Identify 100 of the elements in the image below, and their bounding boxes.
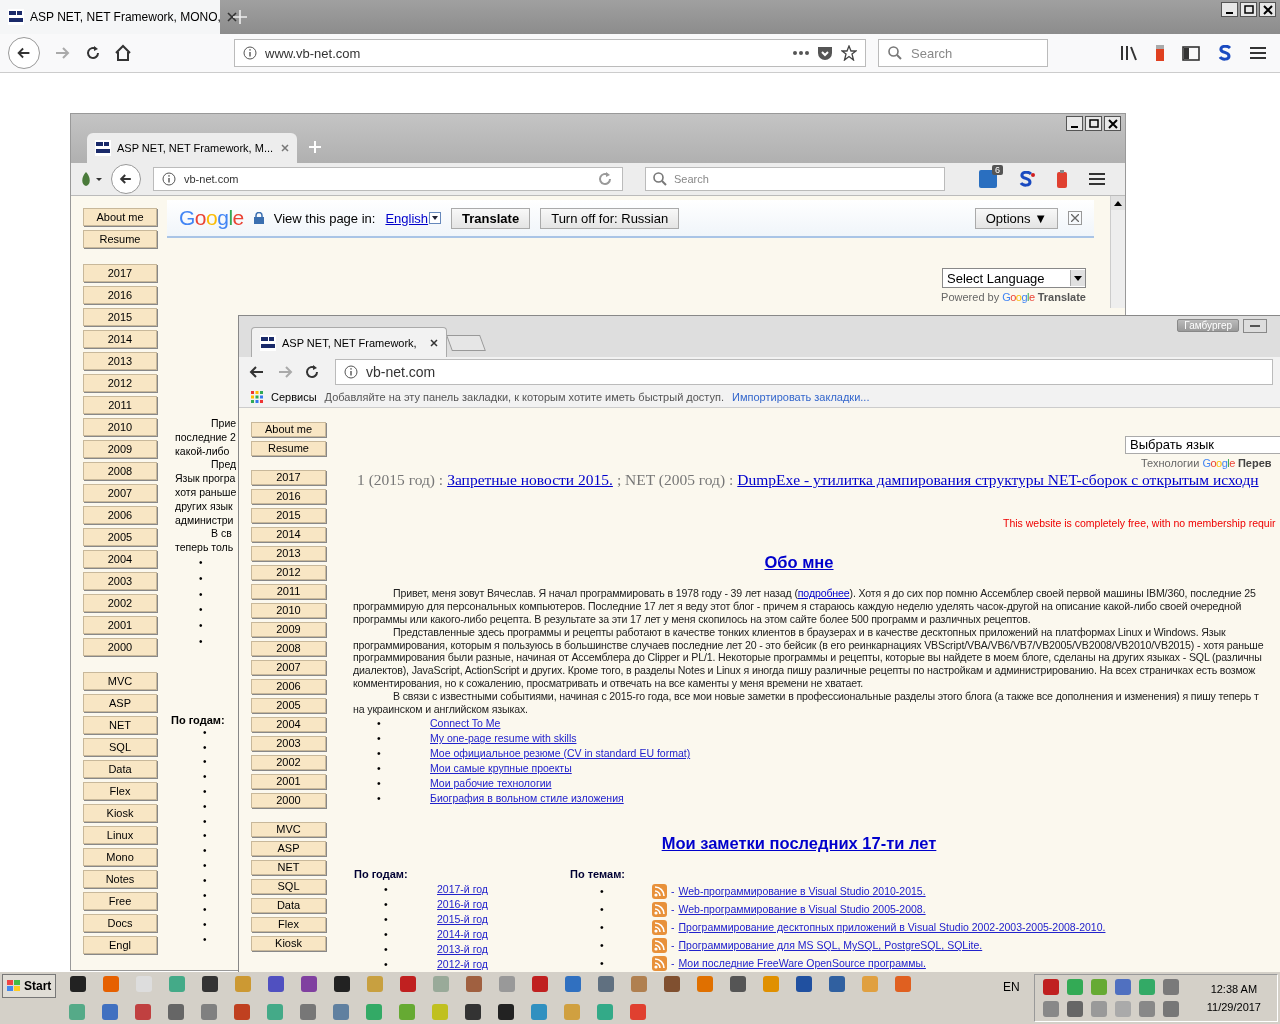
tray-icon[interactable]: [1162, 979, 1179, 995]
address-bar[interactable]: www.vb-net.com: [234, 39, 866, 67]
tray-icon[interactable]: [1090, 979, 1107, 995]
topic-button[interactable]: NET: [251, 859, 326, 875]
tray-icon[interactable]: [1138, 1001, 1155, 1017]
year-button[interactable]: 2001: [83, 616, 157, 634]
year-button[interactable]: 2009: [251, 621, 326, 637]
topic-button[interactable]: Kiosk: [83, 804, 157, 822]
browser-tab[interactable]: ASP NET, NET Framework, M...: [87, 133, 297, 163]
topic-button[interactable]: NET: [83, 716, 157, 734]
nav-button[interactable]: Resume: [83, 230, 157, 248]
year-button[interactable]: 2017: [251, 469, 326, 485]
apps-grid-icon[interactable]: [251, 390, 263, 403]
topic-button[interactable]: MVC: [83, 672, 157, 690]
translate-button[interactable]: Translate: [451, 207, 531, 229]
news-link[interactable]: DumpExe - утилитка дампирования структуры NET-сборок с открытым исходн: [737, 470, 1259, 489]
library-icon[interactable]: [1120, 45, 1138, 61]
start-button[interactable]: Start: [2, 974, 57, 998]
year-button[interactable]: 2003: [83, 572, 157, 590]
year-button[interactable]: 2009: [83, 440, 157, 458]
tray-icon[interactable]: [1138, 979, 1155, 995]
close-icon[interactable]: [226, 12, 237, 22]
profile-link[interactable]: Мои рабочие технологии: [430, 776, 552, 791]
year-button[interactable]: 2013: [251, 545, 326, 561]
year-button[interactable]: 2005: [251, 697, 326, 713]
year-button[interactable]: 2011: [83, 396, 157, 414]
maximize-button[interactable]: [1240, 2, 1257, 17]
pocket-icon[interactable]: [817, 45, 833, 61]
year-button[interactable]: 2003: [251, 735, 326, 751]
topic-button[interactable]: ASP: [83, 694, 157, 712]
year-button[interactable]: 2001: [251, 773, 326, 789]
new-tab-button[interactable]: [446, 335, 486, 352]
topic-button[interactable]: Kiosk: [251, 935, 326, 951]
year-button[interactable]: 2015: [83, 308, 157, 326]
topic-link[interactable]: Мои последние FreeWare OpenSource программы.: [678, 954, 926, 972]
year-link[interactable]: 2017-й год: [437, 882, 488, 897]
scroll-up-arrow-icon[interactable]: [1114, 200, 1122, 206]
topic-button[interactable]: SQL: [83, 738, 157, 756]
topic-button[interactable]: Mono: [83, 848, 157, 866]
year-button[interactable]: 2014: [251, 526, 326, 542]
topic-button[interactable]: Flex: [83, 782, 157, 800]
tray-icon[interactable]: [1114, 979, 1131, 995]
minimize-button[interactable]: [1221, 2, 1238, 17]
nav-button[interactable]: About me: [83, 208, 157, 226]
star-icon[interactable]: [841, 45, 857, 61]
import-bookmarks-link[interactable]: Импортировать закладки...: [732, 390, 870, 403]
year-button[interactable]: 2004: [251, 716, 326, 732]
close-button[interactable]: [1259, 2, 1276, 17]
close-button[interactable]: [1104, 116, 1121, 131]
topic-button[interactable]: Data: [251, 897, 326, 913]
rss-icon[interactable]: [652, 919, 667, 935]
more-icon[interactable]: [793, 51, 809, 55]
topic-button[interactable]: MVC: [251, 821, 326, 837]
maximize-button[interactable]: [1085, 116, 1102, 131]
rss-icon[interactable]: [652, 937, 667, 953]
tray-icon[interactable]: [1066, 979, 1083, 995]
turn-off-button[interactable]: Turn off for: Russian: [540, 207, 680, 229]
year-button[interactable]: 2002: [83, 594, 157, 612]
topic-link[interactable]: Программирование для MS SQL, MySQL, PostgreSQL, SQLite.: [678, 936, 983, 954]
language-select[interactable]: Выбрать язык: [1125, 435, 1280, 454]
options-button[interactable]: Options ▼: [974, 207, 1058, 229]
year-button[interactable]: 2000: [83, 638, 157, 656]
tray-icon[interactable]: [1042, 979, 1059, 995]
year-button[interactable]: 2008: [251, 640, 326, 656]
scrollbar[interactable]: [1110, 196, 1125, 308]
topic-button[interactable]: Engl: [83, 936, 157, 954]
info-icon[interactable]: [162, 172, 176, 186]
nav-button[interactable]: About me: [251, 421, 326, 437]
year-link[interactable]: 2012-й год: [437, 957, 488, 972]
year-button[interactable]: 2006: [251, 678, 326, 694]
section-heading-link[interactable]: Мои заметки последних 17-ти лет: [661, 834, 937, 853]
apps-link[interactable]: Сервисы: [271, 390, 317, 403]
tray-icon[interactable]: [1090, 1001, 1107, 1017]
section-heading-link[interactable]: Обо мне: [764, 552, 834, 572]
tray-icon[interactable]: [1066, 1001, 1083, 1017]
rss-icon[interactable]: [652, 883, 667, 899]
year-button[interactable]: 2015: [251, 507, 326, 523]
year-button[interactable]: 2008: [83, 462, 157, 480]
topic-button[interactable]: SQL: [251, 878, 326, 894]
topic-link[interactable]: Программирование десктопных приложений в Visual Studio 2002-2003-2005-2008-2010.: [678, 918, 1106, 936]
year-button[interactable]: 2010: [83, 418, 157, 436]
year-link[interactable]: 2013-й год: [437, 942, 488, 957]
minimize-button[interactable]: [1066, 116, 1083, 131]
language-select[interactable]: Select Language: [942, 268, 1086, 288]
profile-link[interactable]: My one-page resume with skills: [430, 731, 577, 746]
nav-button[interactable]: Resume: [251, 440, 326, 456]
taskbar-app-icon[interactable]: [495, 1002, 517, 1022]
search-field[interactable]: Search: [645, 167, 945, 191]
year-button[interactable]: 2012: [251, 564, 326, 580]
profile-link[interactable]: Connect To Me: [430, 716, 501, 731]
search-field[interactable]: Search: [878, 39, 1048, 67]
topic-button[interactable]: Free: [83, 892, 157, 910]
home-icon[interactable]: [114, 44, 132, 62]
topic-button[interactable]: Data: [83, 760, 157, 778]
year-link[interactable]: 2016-й год: [437, 897, 488, 912]
year-button[interactable]: 2007: [83, 484, 157, 502]
year-button[interactable]: 2012: [83, 374, 157, 392]
year-button[interactable]: 2017: [83, 264, 157, 282]
year-link[interactable]: 2014-й год: [437, 927, 488, 942]
year-button[interactable]: 2016: [83, 286, 157, 304]
